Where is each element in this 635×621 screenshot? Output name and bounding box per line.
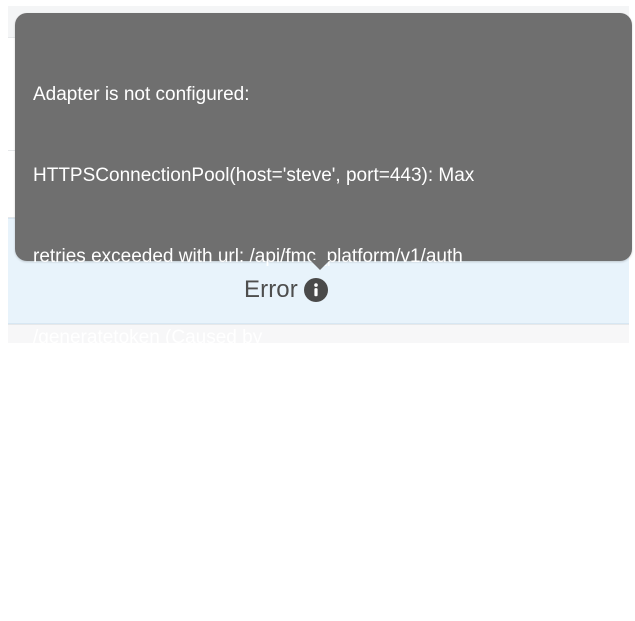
error-tooltip: Adapter is not configured: HTTPSConnecti…	[15, 13, 632, 591]
tooltip-line: ConnectTimeoutError(<urllib3.connection.…	[33, 408, 503, 429]
tooltip-line: ction object at 0x7f440cd1c828>, 'Connec…	[33, 489, 489, 510]
tooltip-line: timed out. (connect timeout=30)'))	[33, 570, 318, 591]
tooltip-line: HTTPSConnectionPool(host='steve', port=4…	[33, 165, 475, 186]
tooltip-arrow	[310, 260, 330, 270]
tooltip-line: /generatetoken (Caused by	[33, 327, 263, 348]
tooltip-line: Adapter is not configured:	[33, 84, 250, 105]
